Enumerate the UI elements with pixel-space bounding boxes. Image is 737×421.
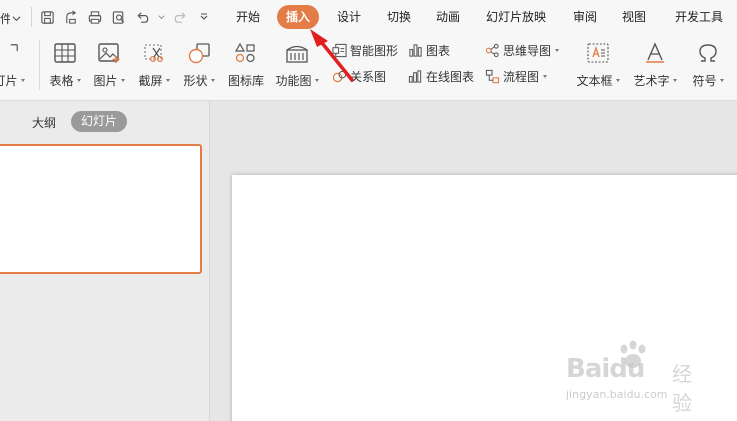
table-icon: [52, 40, 78, 66]
icon-library-label: 图标库: [227, 74, 264, 88]
screenshot-label: 截屏: [138, 74, 163, 88]
smartart-button[interactable]: 智能图形: [331, 41, 398, 59]
bar-chart-icon: [407, 42, 423, 58]
relation-chart-label: 关系图: [350, 69, 387, 84]
tab-insert[interactable]: 插入: [277, 5, 320, 29]
table-label: 表格: [49, 74, 74, 88]
new-slide-button[interactable]: 灯片: [0, 40, 32, 90]
tab-slides[interactable]: 幻灯片: [71, 111, 128, 132]
wordart-button[interactable]: 艺术字: [631, 40, 679, 90]
flowchart-icon: [484, 68, 500, 84]
tab-design[interactable]: 设计: [337, 5, 361, 29]
function-chart-icon: [284, 40, 310, 66]
divider: [39, 40, 40, 90]
table-button[interactable]: 表格: [46, 40, 84, 90]
symbol-button[interactable]: 符号: [688, 40, 728, 90]
wordart-icon: [642, 40, 668, 66]
watermark: Baidu 经验 jingyan.baidu.com: [560, 340, 710, 415]
tab-home[interactable]: 开始: [236, 5, 260, 29]
function-chart-button[interactable]: 功能图: [274, 40, 320, 90]
caret-down-icon: [719, 79, 724, 82]
tab-transitions[interactable]: 切换: [387, 5, 411, 29]
flowchart-button[interactable]: 流程图: [484, 67, 548, 85]
icon-library-icon: [233, 40, 259, 66]
relation-chart-icon: [331, 68, 347, 84]
insert-toolbar: 灯片 表格 图片 截屏 形状: [0, 36, 737, 96]
chart-label: 图表: [426, 43, 451, 58]
caret-down-icon: [165, 79, 170, 82]
mindmap-icon: [484, 42, 500, 58]
slide-thumbnail[interactable]: [0, 144, 202, 274]
tab-outline[interactable]: 大纲: [32, 114, 56, 131]
online-chart-icon: [407, 68, 423, 84]
function-chart-label: 功能图: [275, 74, 312, 88]
watermark-text: 经验: [672, 362, 692, 415]
mindmap-label: 思维导图: [503, 43, 552, 58]
shapes-icon: [186, 40, 212, 66]
symbol-label: 符号: [692, 74, 717, 88]
caret-down-icon: [120, 79, 125, 82]
screenshot-button[interactable]: 截屏: [135, 40, 173, 90]
shapes-button[interactable]: 形状: [180, 40, 218, 90]
online-chart-label: 在线图表: [426, 69, 475, 84]
slides-panel: 大纲 幻灯片: [0, 101, 210, 421]
new-slide-icon: [0, 40, 22, 66]
online-chart-button[interactable]: 在线图表: [407, 67, 474, 85]
menu-bar: 开始 插入 设计 切换 动画 幻灯片放映 审阅 视图 开发工具: [0, 5, 737, 29]
flowchart-label: 流程图: [503, 69, 540, 84]
mindmap-button[interactable]: 思维导图: [484, 41, 560, 59]
new-slide-label: 灯片: [0, 74, 18, 88]
chart-button[interactable]: 图表: [407, 41, 450, 59]
textbox-icon: [585, 40, 611, 66]
caret-down-icon: [615, 79, 620, 82]
picture-label: 图片: [93, 74, 118, 88]
shapes-label: 形状: [183, 74, 208, 88]
ribbon: 件 开始 插入 设计 切换 动画 幻灯片放映 审阅 视图 开发工具 片 表格 图…: [0, 0, 737, 101]
tab-view[interactable]: 视图: [622, 5, 646, 29]
omega-icon: [695, 40, 721, 66]
watermark-url: jingyan.baidu.com: [566, 388, 668, 401]
caret-down-icon: [543, 74, 548, 78]
icon-library-button[interactable]: 图标库: [227, 40, 265, 90]
watermark-logo: Baidu: [566, 354, 645, 384]
textbox-button[interactable]: 文本框: [574, 40, 622, 90]
caret-down-icon: [76, 79, 81, 82]
picture-icon: [96, 40, 122, 66]
tab-animations[interactable]: 动画: [436, 5, 460, 29]
caret-down-icon: [672, 79, 677, 82]
caret-down-icon: [210, 79, 215, 82]
textbox-label: 文本框: [576, 74, 613, 88]
tab-slideshow[interactable]: 幻灯片放映: [486, 5, 546, 29]
smartart-label: 智能图形: [350, 43, 399, 58]
caret-down-icon: [314, 79, 319, 82]
tab-developer[interactable]: 开发工具: [675, 5, 723, 29]
wordart-label: 艺术字: [633, 74, 670, 88]
scissors-icon: [141, 40, 167, 66]
tab-review[interactable]: 审阅: [573, 5, 597, 29]
relation-chart-button[interactable]: 关系图: [331, 67, 386, 85]
caret-down-icon: [20, 79, 25, 82]
smartart-icon: [331, 42, 347, 58]
picture-button[interactable]: 图片: [90, 40, 128, 90]
caret-down-icon: [555, 48, 560, 52]
